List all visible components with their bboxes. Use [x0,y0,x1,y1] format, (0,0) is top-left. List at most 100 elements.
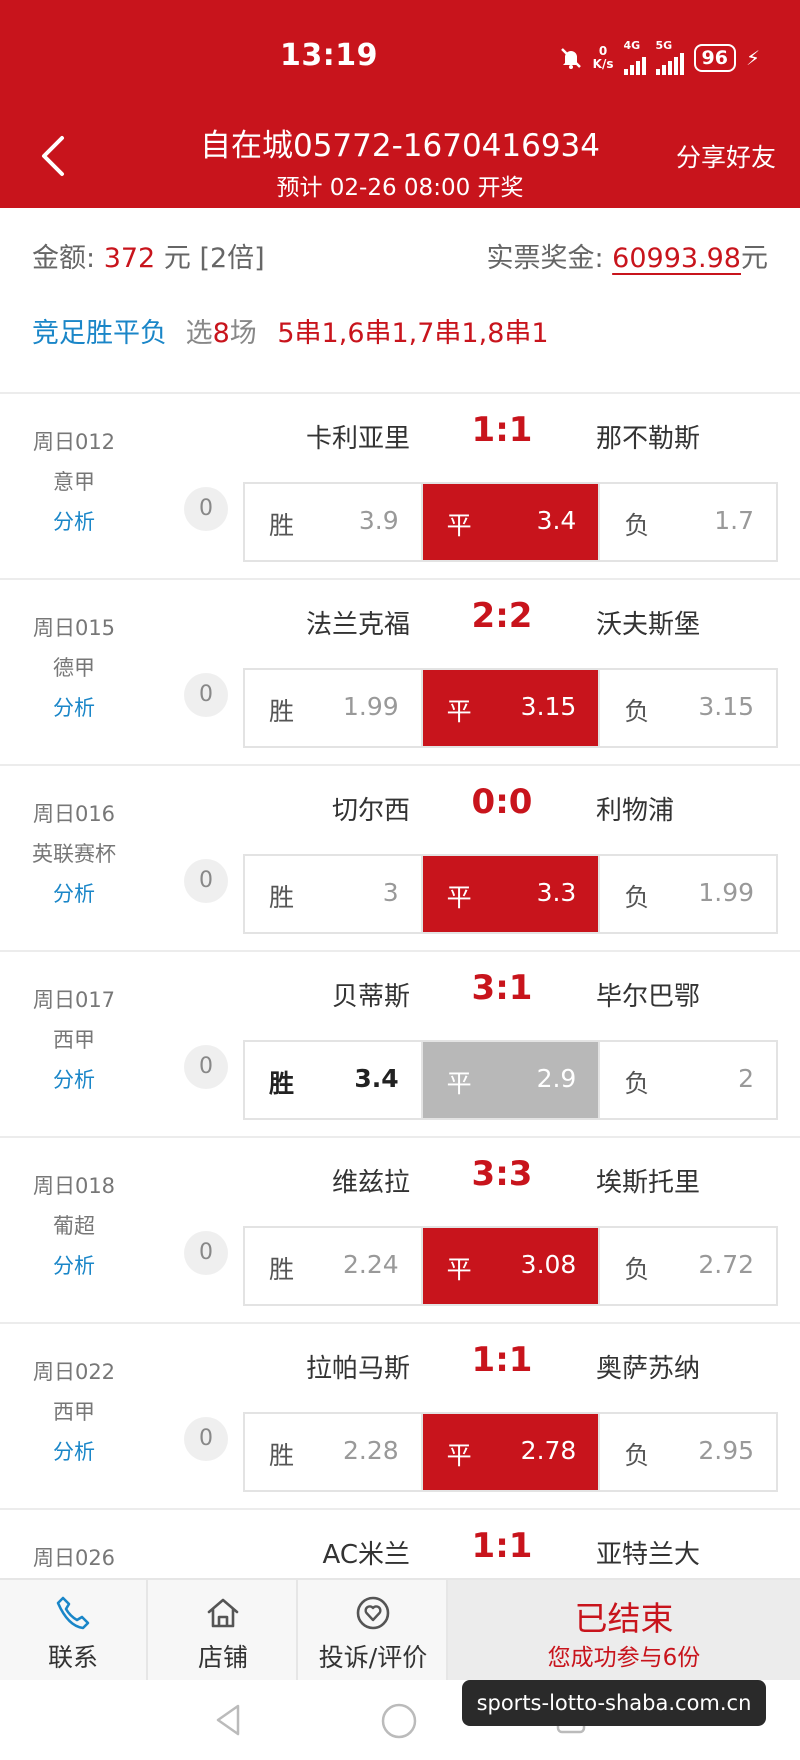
match-row: 周日012 意甲 分析 卡利亚里 1:1 那不勒斯 0 胜 3.9 平 3.4 负 1.7 [0,392,800,578]
away-team: 奥萨苏纳 [596,1354,701,1384]
analysis-link[interactable]: 分析 [14,1250,134,1280]
net-speed-value: 0 [598,43,608,58]
match-league: 葡超 [53,1214,95,1238]
match-score: 2:2 [471,596,533,636]
odds-option[interactable]: 负 1.7 [600,484,776,560]
analysis-link[interactable]: 分析 [14,1436,134,1466]
odds-option[interactable]: 负 2.95 [600,1414,776,1490]
away-team: 那不勒斯 [596,424,701,454]
match-score: 3:1 [471,968,533,1008]
match-row: 周日018 葡超 分析 维兹拉 3:3 埃斯托里 0 胜 2.24 平 3.08 负 2.72 [0,1136,800,1322]
analysis-link[interactable]: 分析 [14,692,134,722]
amount-value: 372 [103,243,156,274]
odds-label: 负 [624,1441,650,1470]
select-count: 8 [212,318,230,349]
odds-value: 1.7 [714,506,755,535]
odds-value: 3.4 [536,506,577,535]
app-header: 13:19 0 K/s 4G 5G 96 ⚡ 自在城05772-16704169… [0,0,800,208]
watermark: sports-lotto-shaba.com.cn [462,1680,766,1726]
analysis-link[interactable]: 分析 [14,1064,134,1094]
ended-status: 已结束 您成功参与6份 [448,1580,800,1680]
odds-option[interactable]: 胜3 [245,856,423,932]
odds-group: 胜 3 平 3.3 负 1.99 [243,854,778,934]
odds-label: 平 [446,1441,472,1470]
nav-back-icon[interactable] [210,1702,246,1738]
odds-option[interactable]: 胜 3.9 [245,484,423,560]
ended-title: 已结束 [574,1599,674,1638]
count-badge: 0 [184,1417,228,1461]
match-score: 1:1 [471,410,533,450]
count-badge: 0 [184,673,228,717]
prize-value: 60993.98 [612,243,741,274]
odds-option[interactable]: 平 3.4 [422,484,601,560]
odds-label: 负 [624,1255,650,1284]
odds-label: 平 [446,511,472,540]
odds-value: 3.9 [358,506,399,535]
odds-label: 胜 [269,697,295,726]
odds-option[interactable]: 胜 3.4 [245,1042,423,1118]
prize-label: 实票奖金: [486,243,604,274]
odds-option[interactable]: 胜 2.24 [245,1228,423,1304]
odds-option[interactable]: 平 2.9 [422,1042,601,1118]
store-button[interactable]: 店铺 [150,1580,298,1680]
battery-level: 96 [693,43,736,72]
status-time: 13:19 [280,38,378,73]
odds-label: 负 [624,883,650,912]
odds-label: 胜 [269,1441,295,1470]
odds-option[interactable]: 平 3.08 [422,1228,601,1304]
count-badge: 0 [184,1045,228,1089]
home-team: AC米兰 [322,1540,410,1570]
share-button[interactable]: 分享好友 [676,138,776,174]
odds-label: 负 [624,1069,650,1098]
odds-option[interactable]: 平 2.78 [422,1414,601,1490]
away-team: 利物浦 [596,796,675,826]
contact-button[interactable]: 联系 [0,1580,148,1680]
analysis-link[interactable]: 分析 [14,878,134,908]
odds-value: 2 [738,1064,755,1093]
odds-value: 2.72 [698,1250,755,1279]
game-type: 竞足胜平负 [32,318,167,349]
odds-option[interactable]: 负 1.99 [600,856,776,932]
order-summary: 金额: 372 元 [2倍] 实票奖金: 60993.98元 竞足胜平负 选8场… [0,208,800,392]
away-team: 埃斯托里 [596,1168,701,1198]
odds-label: 胜 [269,883,295,912]
odds-value: 3.15 [520,692,577,721]
match-league: 英联赛杯 [32,842,116,866]
bottom-bar: 联系 店铺 投诉/评价 已结束 您成功参与6份 [0,1578,800,1680]
odds-group: 胜 2.24 平 3.08 负 2.72 [243,1226,778,1306]
count-badge: 0 [184,859,228,903]
match-week: 周日015 [32,616,116,640]
odds-option[interactable]: 平 3.15 [422,670,601,746]
match-score: 0:0 [471,782,533,822]
contact-label: 联系 [47,1643,98,1672]
away-team: 毕尔巴鄂 [596,982,701,1012]
prize-unit: 元 [741,243,768,274]
odds-value: 2.24 [343,1250,399,1279]
odds-value: 3.08 [520,1250,577,1279]
odds-option[interactable]: 负2 [600,1042,776,1118]
count-badge: 0 [184,487,228,531]
select-suffix: 场 [229,318,257,349]
odds-label: 负 [624,511,650,540]
odds-option[interactable]: 胜 2.28 [245,1414,423,1490]
home-team: 维兹拉 [331,1168,410,1198]
multiplier: [2倍] [199,243,265,274]
odds-group: 胜 3.4 平 2.9 负 2 [243,1040,778,1120]
match-row: 周日017 西甲 分析 贝蒂斯 3:1 毕尔巴鄂 0 胜 3.4 平 2.9 负 2 [0,950,800,1136]
home-team: 法兰克福 [305,610,410,640]
odds-option[interactable]: 负 2.72 [600,1228,776,1304]
odds-label: 负 [624,697,650,726]
odds-label: 平 [446,697,472,726]
odds-option[interactable]: 平 3.3 [422,856,601,932]
mute-bell-icon [560,47,581,69]
nav-home-icon[interactable] [380,1702,418,1740]
signal-5g: 5G [655,40,684,75]
odds-option[interactable]: 负 3.15 [600,670,776,746]
match-league: 意甲 [53,470,95,494]
odds-value: 3.3 [536,878,577,907]
prize: 实票奖金: 60993.98元 [486,236,768,275]
match-week: 周日017 [32,988,116,1012]
complaint-button[interactable]: 投诉/评价 [300,1580,448,1680]
analysis-link[interactable]: 分析 [14,506,134,536]
odds-option[interactable]: 胜 1.99 [245,670,423,746]
